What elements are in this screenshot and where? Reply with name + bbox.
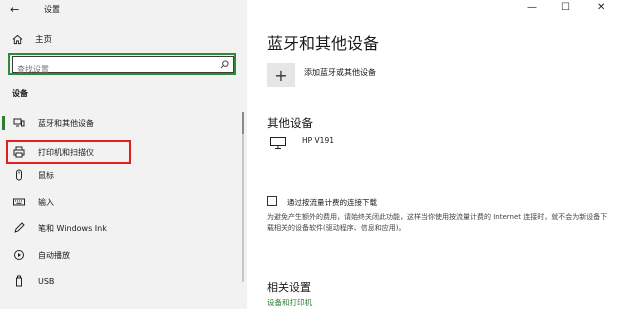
sidebar-item-label: 自动播放 — [38, 250, 70, 260]
back-button[interactable]: ← — [10, 3, 19, 16]
metered-description: 为避免产生额外的费用，请始终关闭此功能，这样当你使用按流量计费的 Interne… — [267, 213, 608, 232]
bluetooth-devices-icon — [12, 116, 26, 130]
sidebar-item-home[interactable]: 主页 — [12, 33, 52, 45]
mouse-icon — [12, 168, 26, 182]
keyboard-icon — [12, 195, 26, 209]
monitor-icon — [270, 137, 286, 149]
window-title: 设置 — [44, 5, 60, 14]
active-indicator — [2, 116, 5, 130]
sidebar-item-typing[interactable]: 输入 — [0, 190, 247, 214]
page-title: 蓝牙和其他设备 — [267, 34, 380, 53]
section-title-devices: 设备 — [12, 89, 28, 98]
maximize-button[interactable]: ☐ — [561, 2, 570, 13]
sidebar-item-label: USB — [38, 276, 55, 286]
sidebar: ← 设置 主页 设备 蓝牙和其他设备 打印机和扫描仪 鼠标 输入 — [0, 0, 247, 309]
add-device-button[interactable]: + — [267, 63, 295, 87]
home-icon — [12, 34, 23, 44]
sidebar-item-label: 笔和 Windows Ink — [38, 223, 107, 233]
search-icon[interactable] — [220, 60, 229, 69]
scrollbar-thumb[interactable] — [242, 112, 244, 134]
metered-download-label[interactable]: 通过按流量计费的连接下载 — [287, 197, 377, 208]
search-input[interactable] — [17, 63, 207, 76]
annotation-highlight-box — [6, 140, 131, 164]
other-devices-heading: 其他设备 — [267, 116, 313, 130]
sidebar-item-pen[interactable]: 笔和 Windows Ink — [0, 216, 247, 240]
pen-icon — [12, 221, 26, 235]
device-item-hp-v191[interactable]: HP V191 — [302, 136, 334, 145]
add-device-label[interactable]: 添加蓝牙或其他设备 — [304, 67, 376, 78]
close-button[interactable]: ✕ — [597, 2, 605, 13]
usb-icon — [12, 274, 26, 288]
scrollbar-track[interactable] — [242, 112, 244, 282]
minimize-button[interactable]: — — [527, 2, 537, 13]
sidebar-item-autoplay[interactable]: 自动播放 — [0, 243, 247, 267]
devices-and-printers-link[interactable]: 设备和打印机 — [267, 297, 312, 308]
sidebar-item-label: 输入 — [38, 197, 54, 207]
search-box[interactable] — [12, 56, 234, 76]
sidebar-item-bluetooth[interactable]: 蓝牙和其他设备 — [0, 111, 247, 135]
sidebar-item-label: 鼠标 — [38, 170, 54, 180]
plus-icon: + — [274, 65, 288, 85]
autoplay-icon — [12, 248, 26, 262]
sidebar-item-mouse[interactable]: 鼠标 — [0, 163, 247, 187]
metered-download-checkbox[interactable] — [267, 196, 277, 206]
sidebar-item-usb[interactable]: USB — [0, 269, 247, 293]
related-settings-heading: 相关设置 — [267, 281, 311, 294]
sidebar-item-label: 蓝牙和其他设备 — [38, 118, 94, 128]
home-label: 主页 — [35, 35, 53, 45]
main-panel: — ☐ ✕ 蓝牙和其他设备 + 添加蓝牙或其他设备 其他设备 HP V191 通… — [247, 0, 620, 309]
